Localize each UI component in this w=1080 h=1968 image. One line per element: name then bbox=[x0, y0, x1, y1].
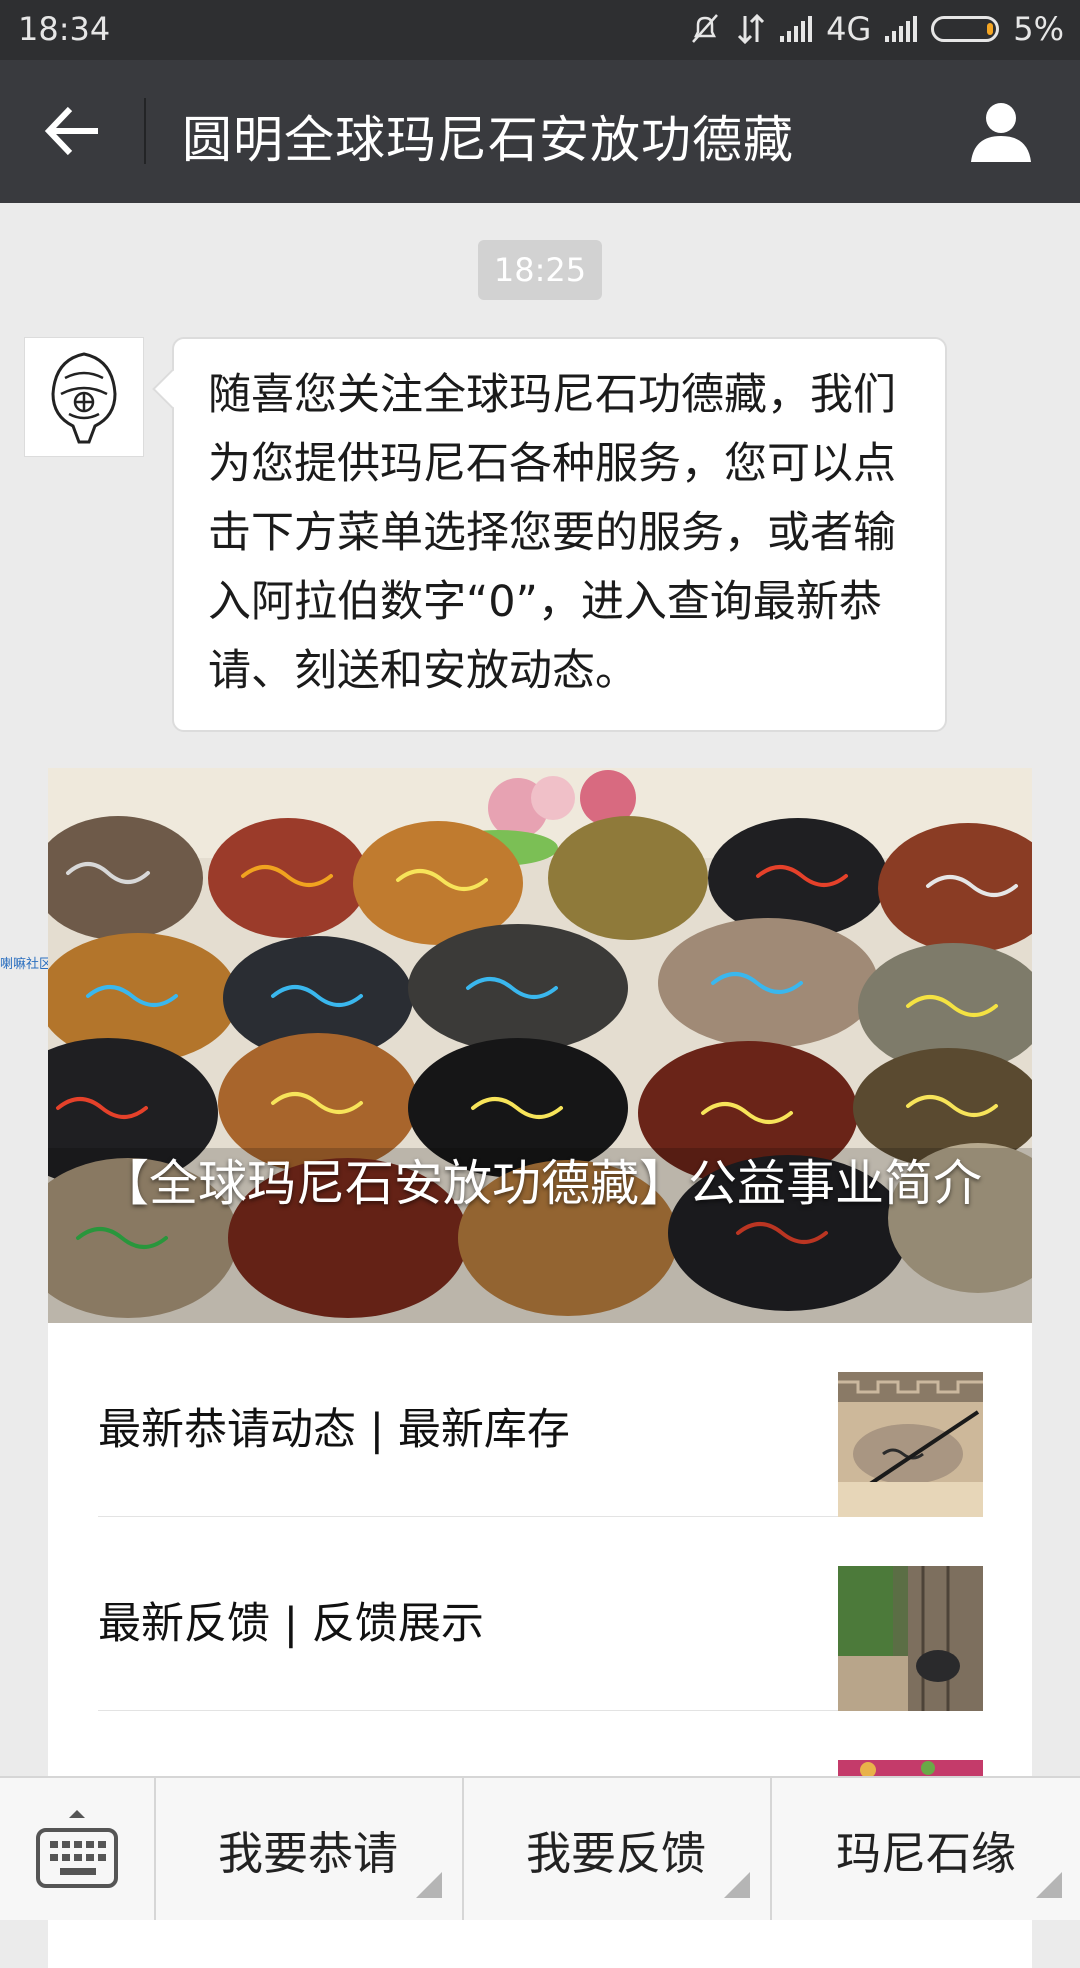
signal-icon bbox=[780, 16, 813, 42]
article-item-feedback[interactable]: 最新反馈 | 反馈展示 bbox=[98, 1517, 840, 1711]
menu-button-label: 我要反馈 bbox=[525, 1826, 706, 1880]
nav-divider bbox=[144, 98, 146, 164]
keyboard-icon bbox=[36, 1810, 118, 1888]
article-item-thumbnail[interactable] bbox=[838, 1566, 983, 1711]
menu-button-label: 我要恭请 bbox=[217, 1826, 398, 1880]
submenu-indicator-icon bbox=[724, 1872, 750, 1898]
article-hero-title: 【全球玛尼石安放功德藏】公益事业简介 bbox=[100, 1155, 983, 1212]
menu-button-feedback[interactable]: 我要反馈 bbox=[462, 1778, 768, 1920]
signal-icon-2 bbox=[885, 16, 918, 42]
message-bubble: 随喜您关注全球玛尼石功德藏，我们为您提供玛尼石各种服务，您可以点击下方菜单选择您… bbox=[172, 337, 947, 732]
chat-timestamp: 18:25 bbox=[478, 240, 602, 300]
network-type: 4G bbox=[826, 10, 872, 48]
nav-bar: 圆明全球玛尼石安放功德藏 bbox=[0, 60, 1080, 203]
profile-icon[interactable] bbox=[968, 98, 1034, 164]
status-icons: 4G 5% bbox=[688, 10, 1064, 48]
article-item-label: 最新反馈 | 反馈展示 bbox=[98, 1599, 484, 1649]
status-bar: 18:34 4G 5% bbox=[0, 0, 1080, 60]
back-arrow-icon[interactable] bbox=[38, 96, 108, 166]
menu-button-request[interactable]: 我要恭请 bbox=[154, 1778, 460, 1920]
article-item-thumbnail[interactable] bbox=[838, 1372, 983, 1517]
status-time: 18:34 bbox=[18, 10, 111, 48]
article-item-inventory[interactable]: 最新恭请动态 | 最新库存 bbox=[98, 1323, 840, 1517]
bottom-menu: 我要恭请 我要反馈 玛尼石缘 bbox=[0, 1776, 1080, 1920]
page-title: 圆明全球玛尼石安放功德藏 bbox=[182, 111, 794, 169]
side-tag: 喇嘛社区 bbox=[0, 957, 53, 972]
keyboard-toggle-button[interactable] bbox=[0, 1778, 154, 1920]
stone-carving-thumbnail bbox=[838, 1372, 983, 1517]
article-hero[interactable]: 【全球玛尼石安放功德藏】公益事业简介 bbox=[48, 768, 1032, 1323]
garden-stone-thumbnail bbox=[838, 1566, 983, 1711]
battery-icon bbox=[931, 16, 1000, 42]
data-transfer-icon bbox=[738, 13, 765, 45]
mute-icon bbox=[692, 14, 719, 43]
article-item-label: 最新恭请动态 | 最新库存 bbox=[98, 1405, 570, 1455]
menu-button-label: 玛尼石缘 bbox=[835, 1826, 1016, 1880]
battery-percent: 5% bbox=[1013, 10, 1064, 48]
avatar[interactable] bbox=[24, 337, 144, 457]
conch-shell-logo-icon bbox=[51, 352, 117, 444]
menu-button-mani-stone[interactable]: 玛尼石缘 bbox=[770, 1778, 1080, 1920]
submenu-indicator-icon bbox=[416, 1872, 442, 1898]
mani-stones-image bbox=[48, 768, 1032, 1323]
submenu-indicator-icon bbox=[1036, 1872, 1062, 1898]
